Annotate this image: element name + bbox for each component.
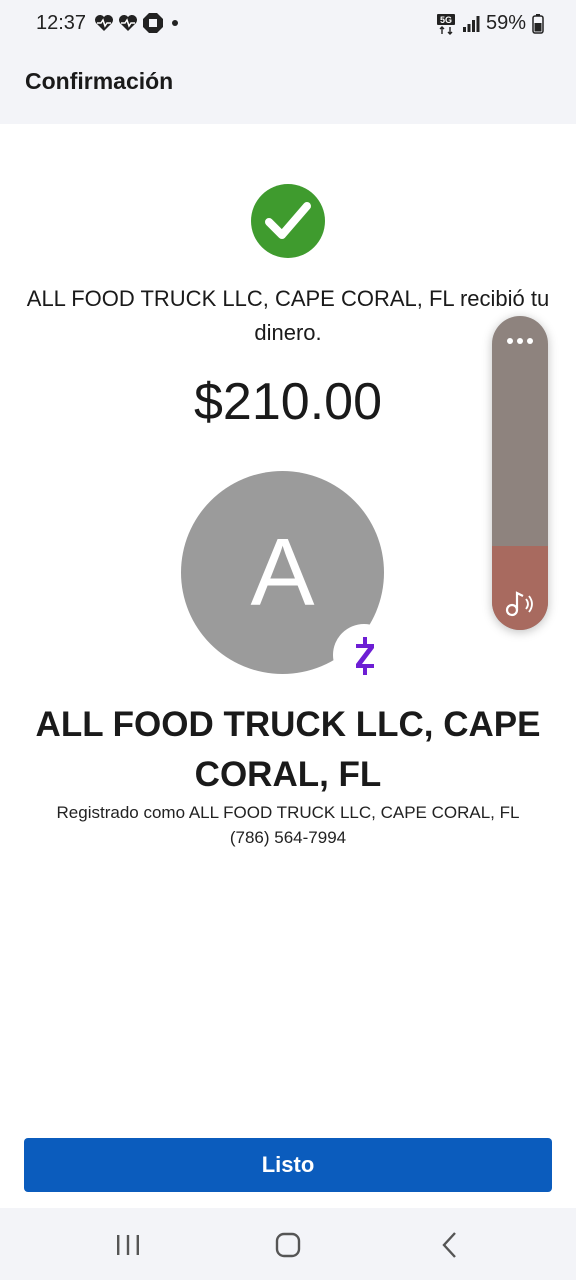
status-right: 5G 59% <box>436 12 544 35</box>
recipient-phone: (786) 564-7994 <box>229 828 347 847</box>
zelle-badge-icon <box>333 624 395 686</box>
notification-icons <box>94 12 182 34</box>
5g-network-icon: 5G <box>436 13 455 35</box>
success-check-icon <box>251 184 325 258</box>
recent-apps-icon[interactable] <box>108 1228 148 1262</box>
page-title: Confirmación <box>25 68 174 94</box>
battery-icon <box>532 13 544 34</box>
payment-amount: $210.00 <box>194 373 382 431</box>
svg-text:5G: 5G <box>440 15 452 25</box>
recipient-name: ALL FOOD TRUCK LLC, CAPE CORAL, FL <box>35 705 541 794</box>
heartbeat-icon <box>119 15 137 31</box>
system-nav-bar <box>0 1208 576 1280</box>
music-volume-icon[interactable] <box>504 589 536 617</box>
status-time: 12:37 <box>36 12 87 34</box>
more-options-icon[interactable] <box>506 336 534 346</box>
done-button[interactable]: Listo <box>24 1138 552 1192</box>
battery-percent: 59% <box>485 12 526 34</box>
floating-media-panel[interactable] <box>492 316 548 630</box>
back-icon[interactable] <box>430 1228 470 1262</box>
registered-as-text: Registrado como ALL FOOD TRUCK LLC, CAPE… <box>56 803 520 822</box>
app-bar: Confirmación <box>0 46 576 124</box>
status-bar: 12:37 5G 59% <box>0 0 576 46</box>
chase-icon <box>143 13 163 33</box>
home-icon[interactable] <box>268 1228 308 1262</box>
confirmation-message: ALL FOOD TRUCK LLC, CAPE CORAL, FL recib… <box>26 286 550 345</box>
heartbeat-icon <box>95 15 113 31</box>
signal-icon <box>462 15 480 32</box>
media-volume-level[interactable] <box>492 546 548 630</box>
dot-icon <box>172 20 178 26</box>
